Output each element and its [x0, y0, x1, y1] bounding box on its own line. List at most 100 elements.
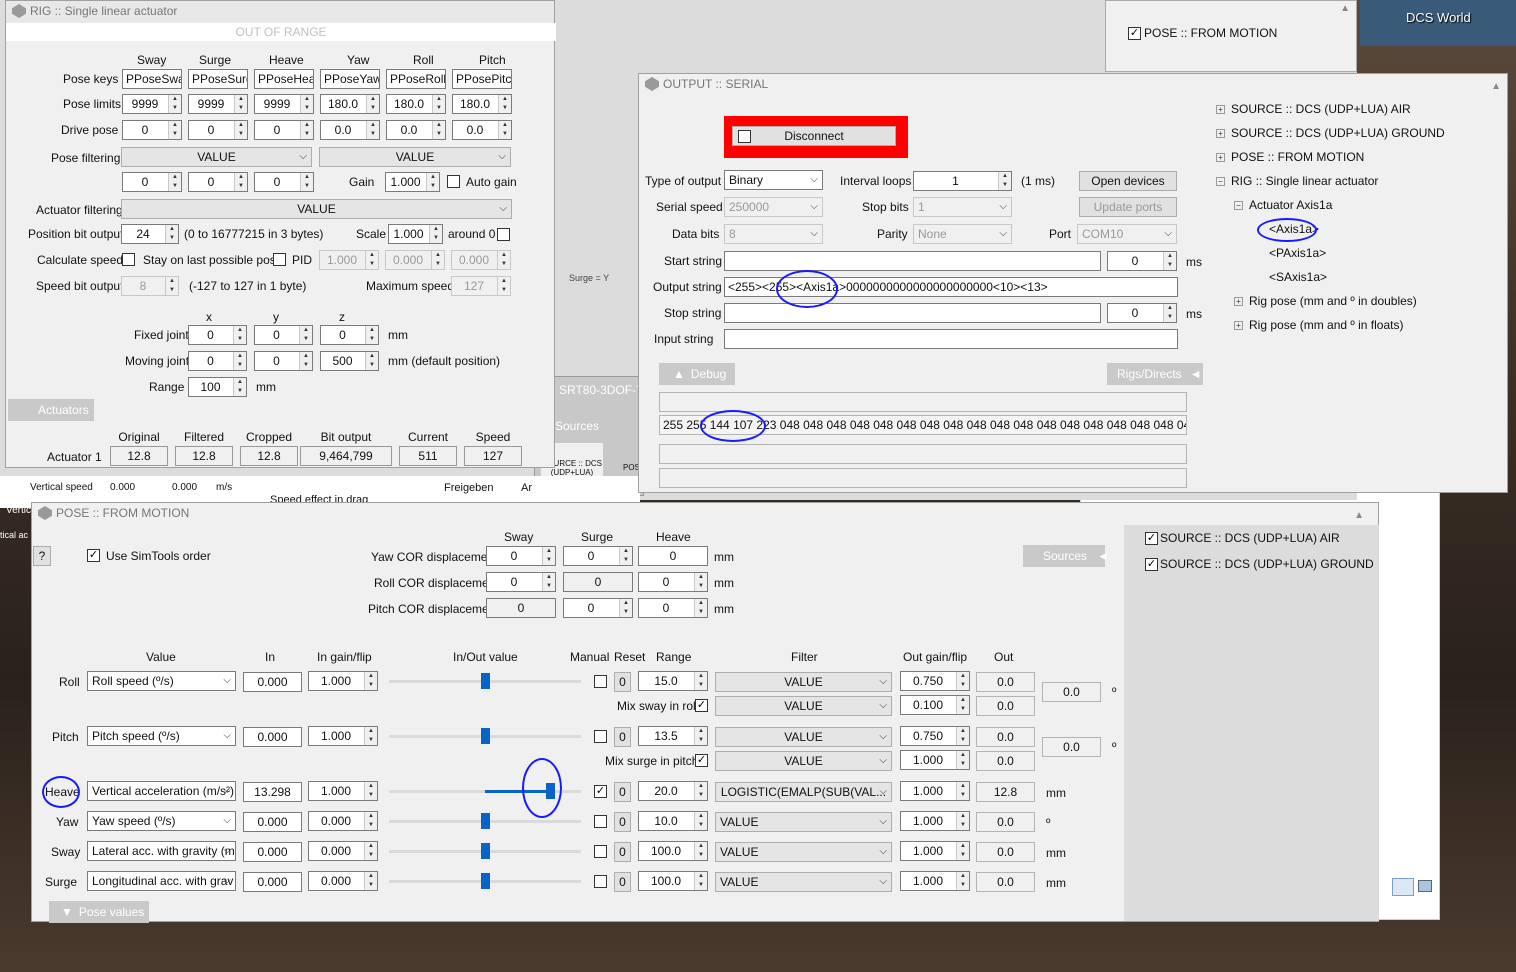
- filter-select-center[interactable]: VALUE ⌵: [715, 672, 892, 692]
- outgain-stepper-arrows-icon[interactable]: ▲ ▼: [956, 842, 969, 860]
- source-ground-checkbox[interactable]: ✓: [1145, 558, 1158, 571]
- pitch-cor-field[interactable]: 0: [486, 598, 556, 618]
- pose-limit-stepper[interactable]: 9999 ▲ ▼: [122, 94, 182, 114]
- pose-limit-stepper-arrows-icon[interactable]: ▲ ▼: [498, 95, 511, 113]
- pose-key-field[interactable]: PPoseSurge: [188, 69, 248, 89]
- mix-sway-checkbox[interactable]: ✓: [695, 699, 708, 712]
- start-string-input[interactable]: [724, 251, 1101, 271]
- pid-checkbox[interactable]: [273, 253, 286, 266]
- range-stepper-arrows-icon[interactable]: ▲ ▼: [694, 672, 707, 690]
- calculate-speed-checkbox[interactable]: [122, 253, 135, 266]
- pitch-cor-stepper-arrows-icon[interactable]: ▲ ▼: [694, 599, 707, 617]
- outgain-stepper[interactable]: 1.000 ▲ ▼: [900, 841, 970, 861]
- tree-item[interactable]: <SAxis1a>: [1269, 270, 1327, 284]
- pitch-cor-stepper[interactable]: 0 ▲ ▼: [563, 598, 633, 618]
- tree-expand-icon[interactable]: +: [1234, 297, 1243, 307]
- position-bits-stepper-arrows-icon[interactable]: ▲ ▼: [165, 225, 178, 243]
- outgain-stepper-arrows-icon[interactable]: ▲ ▼: [956, 872, 969, 890]
- slider-thumb[interactable]: [481, 843, 490, 859]
- filter-select[interactable]: VALUE ⌵: [715, 842, 892, 862]
- reset-button[interactable]: 0: [614, 812, 631, 832]
- moving-joint-stepper[interactable]: 0 ▲ ▼: [188, 351, 247, 371]
- drive-pose-stepper[interactable]: 0.0 ▲ ▼: [452, 120, 512, 140]
- manual-checkbox[interactable]: [594, 675, 607, 688]
- source-air-checkbox[interactable]: ✓: [1145, 532, 1158, 545]
- pose-gain-stepper-arrows-icon[interactable]: ▲ ▼: [364, 812, 377, 830]
- pose-value-select[interactable]: Yaw speed (º/s) ⌵: [87, 811, 236, 831]
- moving-joint-stepper-arrows-icon[interactable]: ▲ ▼: [299, 352, 312, 370]
- mix-surge-gain-arrows-icon[interactable]: ▲ ▼: [956, 751, 969, 769]
- tree-expand-icon[interactable]: −: [1234, 201, 1243, 211]
- pose-filter-select-2[interactable]: VALUE ⌵: [319, 147, 511, 167]
- pose-in-field[interactable]: 13.298: [243, 782, 302, 802]
- moving-joint-stepper[interactable]: 500 ▲ ▼: [320, 351, 379, 371]
- pose-inout-slider[interactable]: [389, 872, 581, 890]
- fixed-joint-stepper[interactable]: 0 ▲ ▼: [254, 325, 313, 345]
- input-string-input[interactable]: [724, 329, 1178, 349]
- desktop-icon[interactable]: DCS World: [1360, 0, 1516, 46]
- tree-expand-icon[interactable]: −: [1216, 177, 1225, 187]
- fixed-joint-stepper[interactable]: 0 ▲ ▼: [320, 325, 379, 345]
- tree-item[interactable]: + SOURCE :: DCS (UDP+LUA) GROUND: [1216, 126, 1445, 140]
- around0-checkbox[interactable]: [497, 228, 510, 241]
- pose-top-collapse-icon[interactable]: ▲: [1340, 3, 1350, 14]
- pose-top-checkbox[interactable]: ✓: [1128, 27, 1141, 40]
- manual-checkbox[interactable]: [594, 730, 607, 743]
- pose-key-field[interactable]: PPoseHeave: [254, 69, 314, 89]
- pose-gain-stepper-arrows-icon[interactable]: ▲ ▼: [364, 872, 377, 890]
- range-stepper[interactable]: 100.0 ▲ ▼: [638, 871, 708, 891]
- drive-pose-stepper[interactable]: 0 ▲ ▼: [122, 120, 182, 140]
- outgain-stepper[interactable]: 0.750 ▲ ▼: [900, 726, 970, 746]
- pose-key-field[interactable]: PPoseSway: [122, 69, 182, 89]
- slider-thumb[interactable]: [481, 813, 490, 829]
- pitch-cor-stepper[interactable]: 0 ▲ ▼: [638, 598, 708, 618]
- pose-inout-slider[interactable]: [389, 727, 581, 745]
- filter-select[interactable]: VALUE ⌵: [715, 872, 892, 892]
- range-stepper[interactable]: 20.0 ▲ ▼: [638, 781, 708, 801]
- pose-inout-slider[interactable]: [389, 672, 581, 690]
- auto-gain-checkbox[interactable]: [447, 175, 460, 188]
- outgain-stepper-arrows-icon[interactable]: ▲ ▼: [956, 672, 969, 690]
- filter-gain-stepper[interactable]: 0 ▲ ▼: [254, 172, 314, 192]
- pose-inout-slider[interactable]: [389, 842, 581, 860]
- serial-collapse-icon[interactable]: ▲: [1491, 77, 1501, 97]
- range-stepper-arrows-icon[interactable]: ▲ ▼: [694, 812, 707, 830]
- tree-item[interactable]: − Actuator Axis1a: [1234, 198, 1332, 212]
- pose-collapse-icon[interactable]: ▲: [1354, 506, 1364, 526]
- pose-limit-stepper[interactable]: 9999 ▲ ▼: [188, 94, 248, 114]
- pose-key-field[interactable]: PPoseYaw: [320, 69, 380, 89]
- pose-filter-select-1[interactable]: VALUE ⌵: [121, 147, 312, 167]
- pose-limit-stepper[interactable]: 180.0 ▲ ▼: [452, 94, 512, 114]
- outgain-stepper[interactable]: 0.750 ▲ ▼: [900, 671, 970, 691]
- outgain-stepper-arrows-icon[interactable]: ▲ ▼: [956, 727, 969, 745]
- tree-item[interactable]: − RIG :: Single linear actuator: [1216, 174, 1378, 188]
- help-button[interactable]: ?: [33, 546, 51, 566]
- start-ms-stepper[interactable]: 0 ▲ ▼: [1107, 251, 1177, 271]
- drive-pose-stepper-arrows-icon[interactable]: ▲ ▼: [168, 121, 181, 139]
- pose-in-field[interactable]: 0.000: [243, 812, 302, 832]
- pose-gain-stepper[interactable]: 1.000 ▲ ▼: [308, 726, 378, 746]
- view-icon[interactable]: [1392, 878, 1414, 896]
- disconnect-checkbox[interactable]: [738, 130, 751, 143]
- tree-expand-icon[interactable]: +: [1216, 129, 1225, 139]
- mix-sway-gain[interactable]: 0.100 ▲ ▼: [900, 695, 970, 715]
- pose-limit-stepper[interactable]: 180.0 ▲ ▼: [386, 94, 446, 114]
- mix-sway-gain-arrows-icon[interactable]: ▲ ▼: [956, 696, 969, 714]
- pose-gain-stepper[interactable]: 1.000 ▲ ▼: [308, 671, 378, 691]
- reset-button[interactable]: 0: [614, 727, 631, 747]
- stop-ms-stepper[interactable]: 0 ▲ ▼: [1107, 303, 1177, 323]
- yaw-cor-stepper[interactable]: 0 ▲ ▼: [486, 546, 556, 566]
- stop-ms-stepper-arrows-icon[interactable]: ▲ ▼: [1163, 304, 1176, 322]
- rigs-directs-bar[interactable]: Rigs/Directs ◄: [1107, 363, 1203, 385]
- fixed-joint-stepper[interactable]: 0 ▲ ▼: [188, 325, 247, 345]
- slider-thumb[interactable]: [481, 873, 490, 889]
- scale-stepper[interactable]: 1.000 ▲ ▼: [388, 224, 443, 244]
- range-stepper[interactable]: 10.0 ▲ ▼: [638, 811, 708, 831]
- sources-button[interactable]: Sources ◄: [1023, 545, 1109, 567]
- range-stepper[interactable]: 100 ▲ ▼: [188, 377, 247, 397]
- range-stepper-arrows-icon[interactable]: ▲ ▼: [233, 378, 246, 396]
- scale-stepper-arrows-icon[interactable]: ▲ ▼: [429, 225, 442, 243]
- pose-value-select[interactable]: Lateral acc. with gravity (m ⌵: [87, 841, 236, 861]
- slider-thumb[interactable]: [481, 673, 490, 689]
- pose-in-field[interactable]: 0.000: [243, 842, 302, 862]
